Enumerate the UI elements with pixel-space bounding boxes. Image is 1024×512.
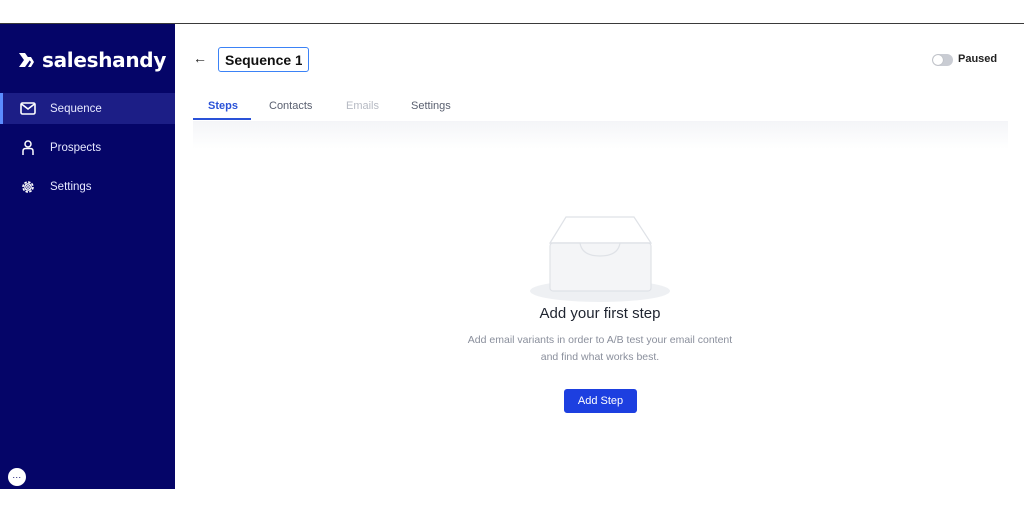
sidebar-item-settings[interactable]: Settings — [0, 171, 175, 202]
toggle-knob — [933, 55, 943, 65]
tab-steps[interactable]: Steps — [208, 100, 238, 112]
sidebar-nav: Sequence Prospects Settings — [0, 93, 175, 210]
empty-state-description-line: Add email variants in order to A/B test … — [467, 334, 733, 346]
gear-icon — [19, 178, 36, 195]
sidebar-item-prospects[interactable]: Prospects — [0, 132, 175, 163]
tab-settings[interactable]: Settings — [411, 100, 451, 112]
tab-emails[interactable]: Emails — [346, 100, 379, 112]
tab-contacts[interactable]: Contacts — [269, 100, 312, 112]
sequence-name-input[interactable] — [218, 47, 309, 72]
brand-logo[interactable]: saleshandy — [18, 48, 166, 72]
empty-state-description: Add email variants in order to A/B test … — [440, 332, 760, 366]
chat-bubble-icon[interactable]: ... — [8, 468, 26, 486]
saleshandy-logo-icon — [19, 53, 34, 67]
tabs-shadow — [193, 121, 1008, 149]
sidebar-item-sequence[interactable]: Sequence — [0, 93, 175, 124]
sidebar-item-label: Settings — [50, 180, 92, 193]
add-step-button[interactable]: Add Step — [564, 389, 637, 413]
status-label: Paused — [958, 53, 998, 65]
active-tab-indicator — [193, 118, 251, 120]
sidebar-item-label: Prospects — [50, 141, 102, 154]
empty-state-title: Add your first step — [539, 305, 661, 322]
sidebar-item-label: Sequence — [50, 102, 102, 115]
mail-icon — [19, 100, 36, 117]
sidebar: saleshandy Sequence Prospects Settings .… — [0, 24, 175, 489]
paused-toggle[interactable] — [932, 54, 953, 66]
empty-inbox-illustration — [530, 216, 670, 302]
person-icon — [19, 139, 36, 156]
empty-state-description-line: and find what works best. — [540, 351, 660, 363]
arrow-left-icon[interactable]: ← — [193, 50, 207, 66]
sequence-tabs: Steps Contacts Emails Settings — [193, 96, 1008, 122]
brand-name: saleshandy — [42, 48, 167, 72]
